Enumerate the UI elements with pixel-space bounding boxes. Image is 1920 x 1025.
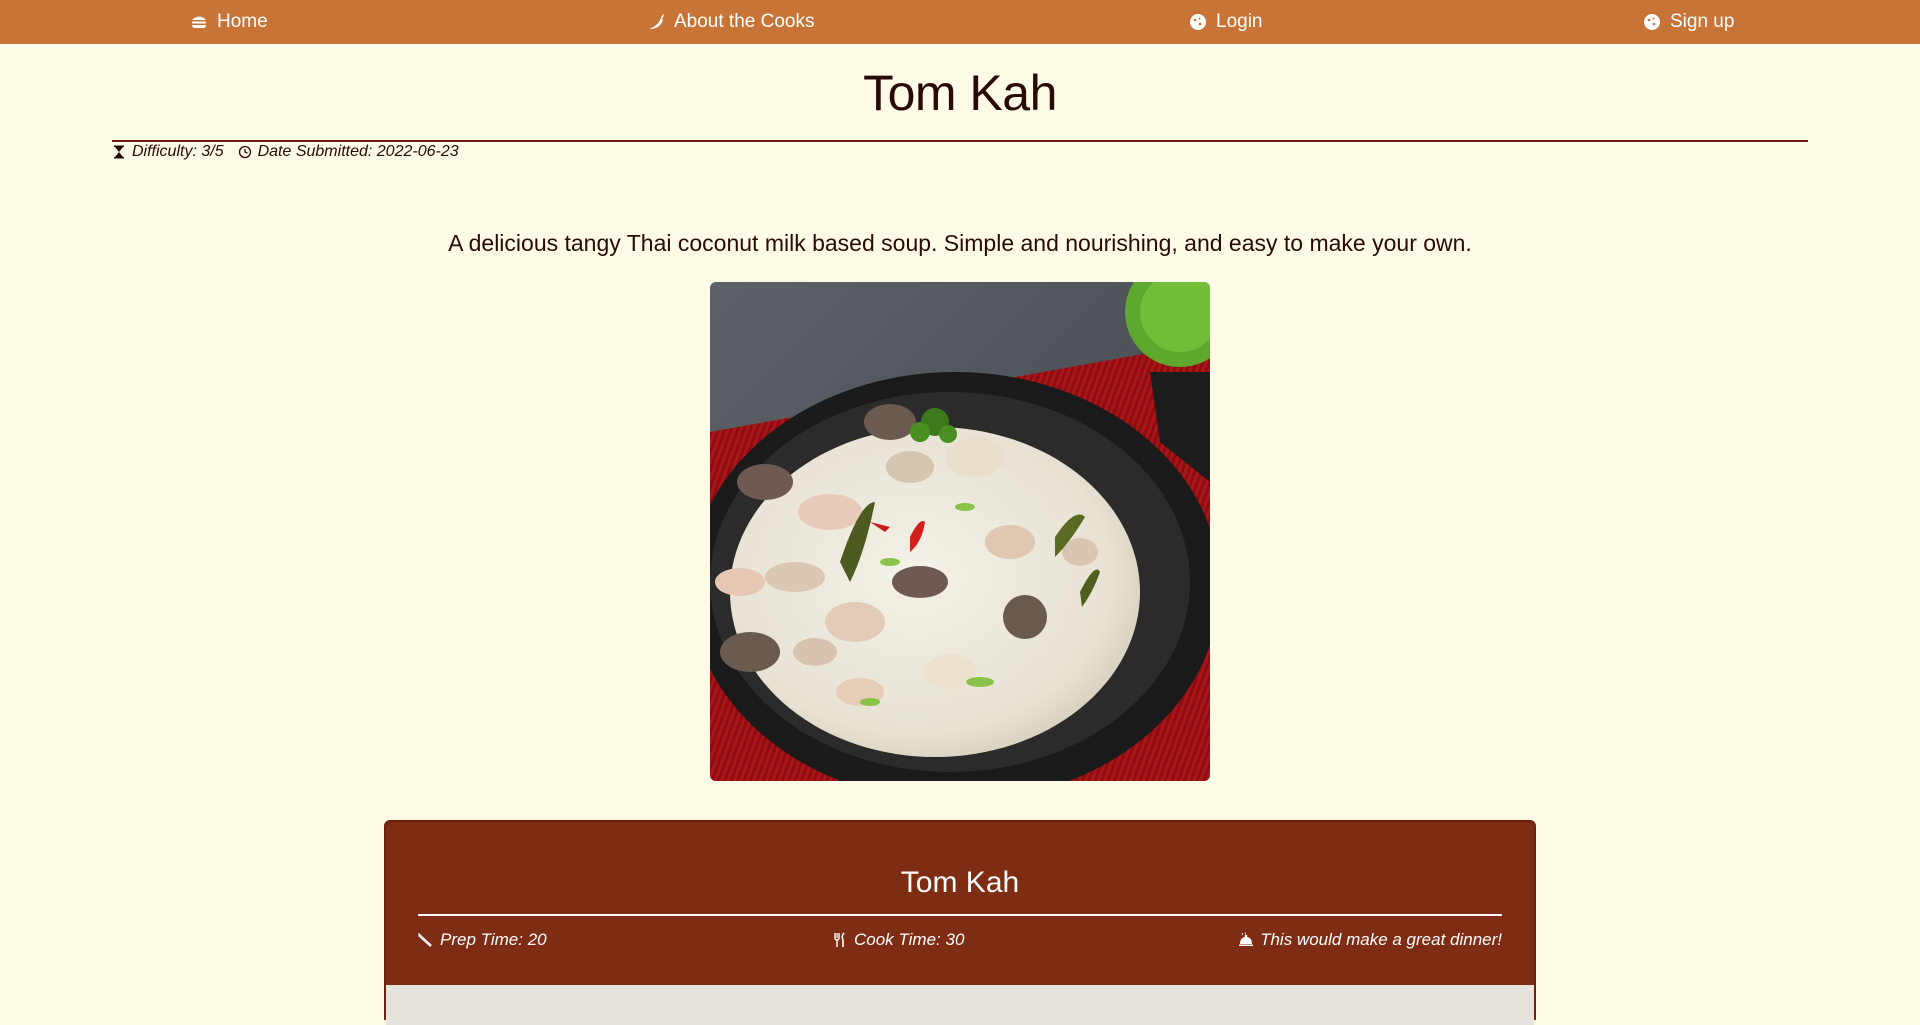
burger-icon (192, 16, 206, 28)
cook-time-text: Cook Time: 30 (854, 930, 965, 949)
card-divider (418, 914, 1502, 916)
meal-note: This would make a great dinner! (1238, 930, 1502, 950)
nav-login-link[interactable]: Login (1188, 0, 1263, 44)
nav-about-link[interactable]: About the Cooks (646, 0, 814, 44)
clock-icon (238, 145, 251, 159)
recipe-meta: Difficulty: 3/5 Date Submitted: 2022-06-… (112, 143, 459, 161)
nav-signup-link[interactable]: Sign up (1642, 0, 1734, 44)
knife-icon (418, 932, 432, 947)
nav-about-label: About the Cooks (674, 11, 815, 32)
card-title: Tom Kah (900, 866, 1020, 899)
difficulty-meta: Difficulty: 3/5 (112, 143, 224, 161)
nav-login-label: Login (1216, 11, 1263, 32)
soup-photo (710, 282, 1210, 781)
date-submitted-text: Date Submitted: 2022-06-23 (257, 143, 459, 160)
cloche-icon (1239, 932, 1254, 946)
chili-icon (649, 14, 664, 29)
nav-home-link[interactable]: Home (189, 0, 268, 44)
title-divider (112, 140, 1808, 142)
utensils-icon (834, 932, 845, 947)
recipe-description: A delicious tangy Thai coconut milk base… (448, 230, 1472, 256)
nav-signup-label: Sign up (1670, 11, 1735, 32)
difficulty-text: Difficulty: 3/5 (132, 143, 224, 160)
nav-home-label: Home (217, 11, 268, 32)
recipe-image (710, 282, 1210, 781)
hourglass-icon (114, 145, 124, 159)
card-content-area (386, 985, 1534, 1025)
meal-note-text: This would make a great dinner! (1260, 930, 1502, 949)
top-navbar: Home About the Cooks Login Sign up (0, 0, 1920, 44)
page-title: Tom Kah (863, 65, 1057, 121)
cook-time: Cook Time: 30 (832, 930, 964, 950)
prep-time: Prep Time: 20 (418, 930, 547, 950)
cookie-icon (1644, 14, 1660, 30)
date-meta: Date Submitted: 2022-06-23 (238, 143, 459, 161)
recipe-card: Tom Kah Prep Time: 20 Cook Time: 30 This… (384, 820, 1536, 1025)
cookie-icon (1190, 14, 1206, 30)
prep-time-text: Prep Time: 20 (440, 930, 547, 949)
